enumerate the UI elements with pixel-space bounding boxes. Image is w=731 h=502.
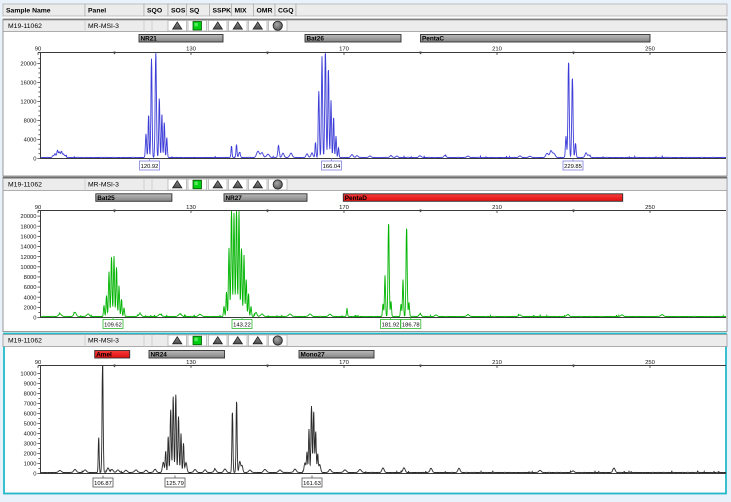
svg-text:161.63: 161.63	[303, 481, 321, 487]
svg-text:NR27: NR27	[226, 195, 243, 202]
svg-text:1000: 1000	[24, 462, 37, 468]
svg-text:130: 130	[186, 47, 197, 53]
svg-text:Panel: Panel	[88, 8, 106, 15]
svg-text:0: 0	[33, 472, 36, 478]
svg-text:Amel: Amel	[96, 352, 112, 359]
svg-text:229.85: 229.85	[564, 164, 582, 170]
svg-text:4000: 4000	[24, 138, 37, 144]
svg-text:10000: 10000	[20, 265, 36, 271]
svg-text:M19-11062: M19-11062	[8, 23, 42, 30]
svg-text:20000: 20000	[20, 214, 36, 220]
svg-text:MR-MSI-3: MR-MSI-3	[88, 338, 119, 345]
svg-text:Bat25: Bat25	[97, 195, 115, 202]
svg-text:0: 0	[33, 157, 36, 163]
svg-text:Sample Name: Sample Name	[6, 8, 51, 15]
svg-text:7000: 7000	[24, 402, 37, 408]
svg-text:8000: 8000	[24, 275, 37, 281]
svg-text:CGQ: CGQ	[278, 8, 293, 15]
svg-text:SOS: SOS	[171, 8, 186, 15]
svg-text:6000: 6000	[24, 412, 37, 418]
svg-text:2000: 2000	[24, 305, 37, 311]
svg-text:5000: 5000	[24, 422, 37, 428]
svg-text:Bat26: Bat26	[307, 36, 325, 43]
svg-text:PentaC: PentaC	[422, 36, 444, 43]
svg-text:9000: 9000	[24, 382, 37, 388]
svg-text:143.22: 143.22	[233, 322, 251, 328]
svg-text:6000: 6000	[24, 285, 37, 291]
svg-text:M19-11062: M19-11062	[8, 338, 42, 345]
svg-text:NR24: NR24	[151, 352, 168, 359]
svg-text:NR21: NR21	[141, 36, 158, 43]
svg-text:MIX: MIX	[235, 8, 248, 15]
svg-text:166.04: 166.04	[323, 164, 342, 170]
svg-text:M19-11062: M19-11062	[8, 182, 42, 189]
svg-text:20000: 20000	[20, 62, 36, 68]
svg-text:8000: 8000	[24, 392, 37, 398]
svg-text:OMR: OMR	[257, 8, 273, 15]
svg-text:125.79: 125.79	[166, 481, 184, 487]
svg-text:4000: 4000	[24, 432, 37, 438]
svg-text:SQO: SQO	[147, 8, 162, 15]
svg-text:PentaD: PentaD	[345, 195, 367, 202]
svg-text:170: 170	[339, 47, 350, 53]
svg-text:Mono27: Mono27	[301, 352, 326, 359]
svg-text:18000: 18000	[20, 224, 36, 230]
svg-text:2000: 2000	[24, 452, 37, 458]
svg-text:SQ: SQ	[190, 8, 200, 15]
svg-text:14000: 14000	[20, 245, 36, 251]
svg-text:181.92: 181.92	[382, 322, 400, 328]
svg-text:210: 210	[492, 47, 503, 53]
svg-text:12000: 12000	[20, 255, 36, 261]
svg-text:109.62: 109.62	[104, 322, 122, 328]
svg-text:120.92: 120.92	[141, 164, 159, 170]
svg-text:8000: 8000	[24, 119, 37, 125]
svg-text:16000: 16000	[20, 81, 36, 87]
svg-text:MR-MSI-3: MR-MSI-3	[88, 182, 119, 189]
svg-text:106.87: 106.87	[94, 481, 112, 487]
svg-text:SSPK: SSPK	[213, 8, 232, 15]
svg-text:90: 90	[35, 47, 42, 53]
svg-text:16000: 16000	[20, 234, 36, 240]
svg-text:12000: 12000	[20, 100, 36, 106]
svg-text:3000: 3000	[24, 442, 37, 448]
svg-text:0: 0	[33, 316, 36, 322]
svg-text:MR-MSI-3: MR-MSI-3	[88, 23, 119, 30]
svg-text:4000: 4000	[24, 295, 37, 301]
svg-text:250: 250	[645, 47, 656, 53]
svg-text:186.78: 186.78	[402, 322, 420, 328]
svg-text:10000: 10000	[20, 372, 36, 378]
